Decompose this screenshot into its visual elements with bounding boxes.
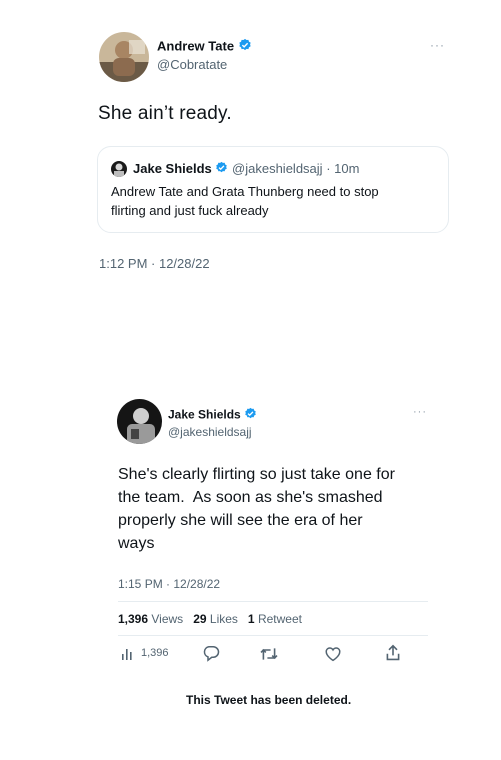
author-handle[interactable]: @Cobratate (157, 57, 227, 72)
avatar-andrew-tate[interactable] (99, 32, 149, 82)
tweet-text-line3: properly she will see the era of her (118, 512, 363, 529)
deleted-notice: This Tweet has been deleted. (186, 693, 352, 707)
tweet-text: She ain’t ready. (98, 103, 232, 124)
verified-badge-icon (215, 161, 228, 178)
views-icon (120, 645, 136, 661)
author-handle[interactable]: @jakeshieldsajj (168, 425, 252, 439)
likes-count[interactable]: 29 (193, 612, 206, 626)
avatar-jake-shields[interactable] (117, 399, 162, 444)
verified-badge-icon (238, 38, 252, 56)
divider (118, 601, 428, 602)
author-name[interactable]: Andrew Tate (157, 38, 234, 53)
reply-icon[interactable] (202, 645, 220, 662)
views-button[interactable]: 1,396 (120, 645, 169, 661)
quoted-tweet[interactable]: Jake Shields @jakeshieldsajj · 10m Andre… (97, 146, 449, 233)
quoted-text-line2: flirting and just fuck already (111, 203, 269, 218)
retweets-label: Retweet (257, 612, 302, 626)
tweet-text-line1: She's clearly flirting so just take one … (118, 466, 395, 483)
quoted-text-line1: Andrew Tate and Grata Thunberg need to s… (111, 184, 379, 199)
likes-label: Likes (209, 612, 238, 626)
quoted-author-handle: @jakeshieldsajj (232, 161, 323, 176)
tweet-stats: 1,396 Views 29 Likes 1 Retweet (118, 612, 302, 626)
tweet-text-line4: ways (118, 535, 155, 552)
tweet-text-line2: the team. As soon as she's smashed (118, 489, 383, 506)
like-icon[interactable] (324, 646, 342, 662)
more-icon[interactable]: ··· (430, 38, 445, 52)
tweet-timestamp[interactable]: 1:15 PM · 12/28/22 (118, 577, 220, 591)
author-name[interactable]: Jake Shields (168, 408, 241, 422)
separator: · (326, 161, 331, 176)
avatar-jake-shields-small (111, 161, 127, 177)
retweets-count[interactable]: 1 (248, 612, 255, 626)
verified-badge-icon (244, 407, 257, 424)
views-action-count: 1,396 (141, 647, 169, 659)
divider (118, 635, 428, 636)
views-count[interactable]: 1,396 (118, 612, 148, 626)
quoted-author-name: Jake Shields (133, 161, 212, 176)
more-icon[interactable]: ··· (413, 406, 427, 418)
tweet-timestamp[interactable]: 1:12 PM · 12/28/22 (99, 256, 210, 271)
share-icon[interactable] (385, 644, 401, 662)
quoted-time: 10m (334, 161, 360, 176)
views-label: Views (151, 612, 184, 626)
retweet-icon[interactable] (259, 646, 279, 662)
